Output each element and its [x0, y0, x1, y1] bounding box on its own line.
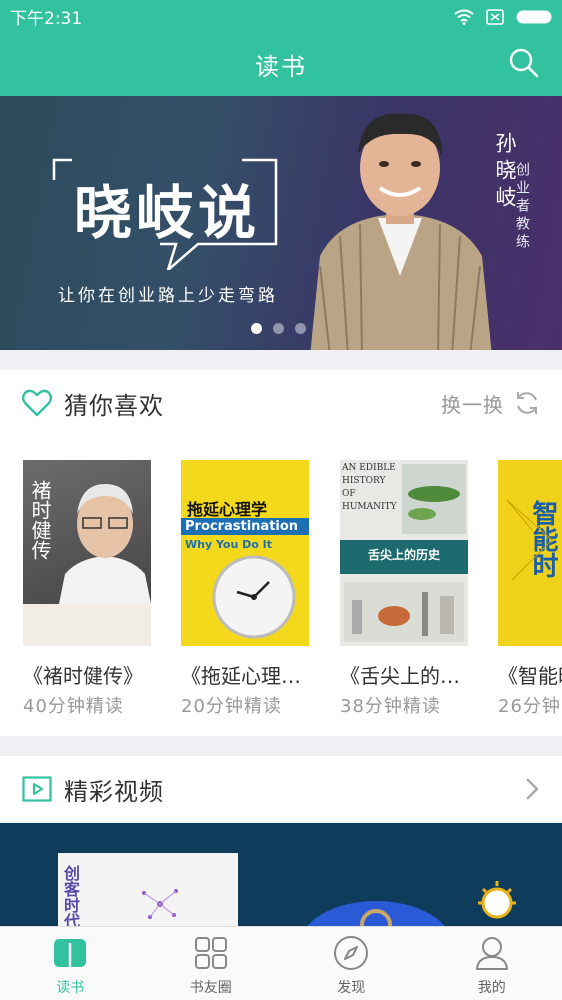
status-icons	[454, 8, 552, 25]
section-title: 猜你喜欢	[64, 391, 164, 420]
nav-bar: 读书	[0, 33, 562, 96]
book-reading-time: 40分钟精读	[23, 696, 124, 717]
tab-book-friends[interactable]: 书友圈	[141, 927, 282, 1000]
refresh-button[interactable]: 换一换	[441, 389, 504, 418]
banner-slogan: 让你在创业路上少走弯路	[58, 286, 278, 306]
status-bar: 下午2:31	[0, 0, 562, 33]
book-reading-time: 26分钟	[498, 696, 561, 717]
user-icon	[475, 937, 508, 970]
tab-discover[interactable]: 发现	[281, 927, 422, 1000]
status-time: 下午2:31	[10, 9, 83, 29]
book-cover: 拖延心理学 Procrastination Why You Do It	[181, 460, 309, 646]
cover-title: 褚时健传	[28, 480, 52, 560]
heart-icon	[22, 389, 52, 417]
book-carousel[interactable]: 褚时健传 《褚时健传》 40分钟精读 拖延心理学 Procrastination…	[0, 436, 562, 736]
book-title: 《褚时健传》	[23, 664, 143, 688]
portrait-illustration	[59, 484, 151, 604]
book-title: 《智能时	[498, 664, 562, 688]
carousel-dot[interactable]	[295, 323, 306, 334]
book-icon	[54, 939, 87, 967]
page-title: 读书	[255, 53, 307, 81]
top-bar: 下午2:31 读书	[0, 0, 562, 96]
cover-subtitle: Procrastination	[181, 518, 309, 535]
carousel-dot[interactable]	[273, 323, 284, 334]
book-reading-time: 20分钟精读	[181, 696, 282, 717]
clock-illustration	[212, 555, 296, 639]
tab-label: 发现	[337, 980, 366, 996]
tab-label: 读书	[56, 980, 85, 996]
video-cover-text: 创客时代	[61, 865, 80, 929]
book-reading-time: 38分钟精读	[340, 696, 441, 717]
book-cover: 褚时健传	[23, 460, 151, 646]
network-illustration	[506, 499, 553, 581]
cover-subtitle-2: Why You Do It	[185, 538, 273, 551]
network-illustration	[142, 889, 178, 919]
tab-reading[interactable]: 读书	[0, 927, 141, 1000]
speaker-portrait	[310, 113, 492, 350]
tab-me[interactable]: 我的	[422, 927, 562, 1000]
search-icon[interactable]	[508, 47, 540, 79]
bottom-tab-bar: 读书 书友圈 发现 我的	[0, 926, 562, 1000]
book-title: 《拖延心理…	[181, 664, 301, 688]
book-title: 《舌尖上的…	[340, 664, 460, 688]
wifi-icon	[454, 9, 474, 25]
section-title: 精彩视频	[64, 777, 164, 806]
compass-icon	[334, 936, 369, 970]
chevron-right-icon[interactable]	[524, 776, 540, 802]
tab-label: 我的	[477, 980, 506, 996]
battery-icon	[516, 10, 552, 23]
lightbulb-icon	[478, 881, 516, 919]
tab-label: 书友圈	[189, 980, 232, 996]
sim-icon	[486, 8, 504, 25]
utensils-illustration	[344, 582, 464, 642]
refresh-icon[interactable]	[514, 390, 540, 416]
carousel-dot[interactable]	[251, 323, 262, 334]
grid-icon	[194, 937, 227, 969]
cover-subtitle: AN EDIBLE HISTORY OF HUMANITY	[342, 463, 397, 512]
carousel-indicator	[251, 323, 306, 334]
video-section-header[interactable]: 精彩视频	[0, 756, 562, 822]
promo-banner[interactable]: 晓岐说 让你在创业路上少走弯路 孙晓岐 创业者教练	[0, 96, 562, 350]
banner-title: 晓岐说	[74, 179, 261, 247]
cover-title: 舌尖上的历史	[367, 548, 440, 562]
cover-strip	[23, 604, 151, 646]
speaker-role: 创业者教练	[514, 162, 530, 252]
book-cover: 智能时	[498, 460, 562, 646]
food-illustration	[402, 464, 466, 534]
guess-section-header: 猜你喜欢 换一换	[0, 370, 562, 436]
play-icon	[22, 776, 52, 802]
video-banner[interactable]: 创客时代	[0, 823, 562, 933]
cover-title: 拖延心理学	[187, 500, 268, 519]
book-cover: AN EDIBLE HISTORY OF HUMANITY 舌尖上的历史	[340, 460, 468, 646]
